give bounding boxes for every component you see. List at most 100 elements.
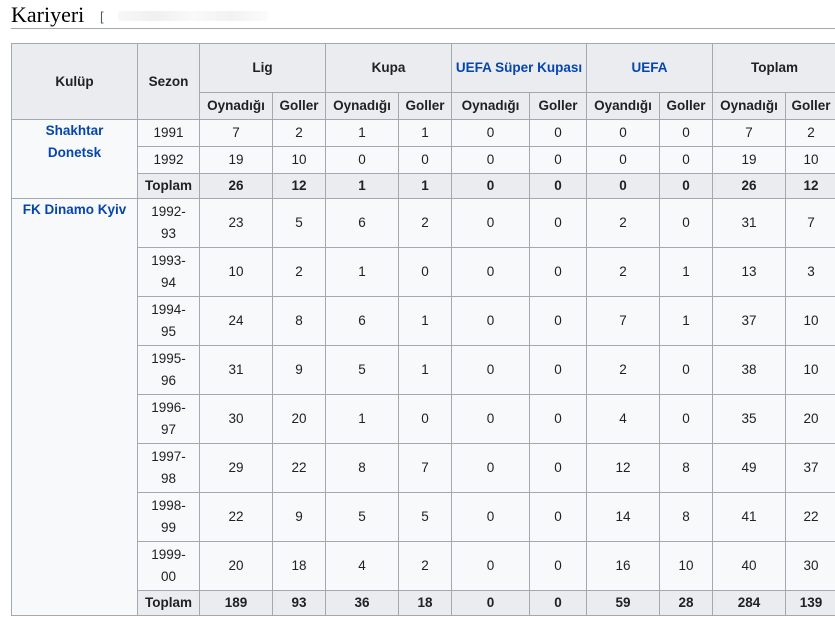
stat-cell: 7: [785, 198, 835, 248]
stat-cell: 1: [325, 119, 399, 147]
stat-cell: 10: [785, 345, 835, 395]
stat-cell: 1: [325, 247, 399, 297]
stat-cell: 8: [272, 296, 326, 346]
stat-cell: 5: [325, 345, 399, 395]
season-cell: 1996- 97: [137, 394, 200, 444]
stat-cell: 22: [785, 492, 835, 542]
season-cell: 1995- 96: [137, 345, 200, 395]
section-title: Kariyeri: [11, 2, 85, 27]
stat-cell: 35: [712, 394, 787, 444]
total-label: Toplam: [137, 590, 200, 616]
season-cell: 1999- 00: [137, 541, 200, 591]
stat-cell: 0: [398, 146, 452, 174]
season-label: 1998-: [151, 498, 186, 513]
season-label: 00: [160, 569, 177, 584]
season-cell: 1997- 98: [137, 443, 200, 493]
stat-cell: 0: [451, 296, 530, 346]
stat-cell: 0: [451, 146, 530, 174]
stat-cell: 0: [586, 119, 660, 147]
stat-cell: 2: [586, 198, 660, 248]
total-cell: 12: [272, 173, 326, 199]
stat-cell: 40: [712, 541, 787, 591]
total-cell: 189: [199, 590, 273, 616]
stat-cell: 0: [398, 247, 452, 297]
season-label: 97: [160, 422, 177, 437]
stat-cell: 20: [199, 541, 273, 591]
stat-cell: 16: [586, 541, 660, 591]
total-cell: 18: [398, 590, 452, 616]
stat-cell: 18: [272, 541, 326, 591]
season-label: 1995-: [151, 351, 186, 366]
stat-cell: 30: [199, 394, 273, 444]
stat-cell: 7: [199, 119, 273, 147]
total-cell: 26: [199, 173, 273, 199]
stat-cell: 37: [712, 296, 787, 346]
stat-cell: 22: [272, 443, 326, 493]
stat-cell: 7: [398, 443, 452, 493]
stat-cell: 10: [658, 541, 714, 591]
subheader-apps: Oynadığı: [712, 92, 787, 120]
stat-cell: 0: [529, 345, 587, 395]
total-cell: 93: [272, 590, 326, 616]
stat-cell: 38: [712, 345, 787, 395]
club-name-line: Shakhtar: [45, 123, 104, 138]
club-link[interactable]: FK Dinamo Kyiv: [11, 198, 138, 616]
season-label: 1994-: [151, 302, 186, 317]
total-cell: 0: [451, 590, 530, 616]
stat-cell: 0: [586, 146, 660, 174]
total-cell: 36: [325, 590, 399, 616]
subheader-apps: Oynadığı: [199, 92, 273, 120]
stat-cell: 0: [325, 146, 399, 174]
stat-cell: 9: [272, 345, 326, 395]
stat-cell: 8: [658, 443, 714, 493]
total-cell: 0: [658, 173, 714, 199]
stat-cell: 0: [529, 296, 587, 346]
season-label: 98: [160, 471, 177, 486]
stat-cell: 2: [586, 345, 660, 395]
club-name-line: FK Dinamo Kyiv: [22, 202, 127, 217]
stat-cell: 9: [272, 492, 326, 542]
stat-cell: 22: [199, 492, 273, 542]
stat-cell: 0: [529, 443, 587, 493]
stat-cell: 20: [785, 394, 835, 444]
stat-cell: 1: [398, 345, 452, 395]
stat-cell: 19: [199, 146, 273, 174]
stat-cell: 0: [451, 541, 530, 591]
stat-cell: 37: [785, 443, 835, 493]
club-link[interactable]: Shakhtar Donetsk: [11, 119, 138, 199]
stat-cell: 7: [586, 296, 660, 346]
header-total: Toplam: [712, 43, 835, 93]
edit-section-link[interactable]: [: [100, 9, 104, 24]
season-label: 99: [160, 520, 177, 535]
stat-cell: 1: [658, 247, 714, 297]
stat-cell: 49: [712, 443, 787, 493]
total-cell: 1: [325, 173, 399, 199]
stat-cell: 0: [451, 198, 530, 248]
stat-cell: 3: [785, 247, 835, 297]
season-label: 1993-: [151, 253, 186, 268]
header-season: Sezon: [137, 43, 200, 120]
total-cell: 284: [712, 590, 787, 616]
header-uefa-super-cup-link[interactable]: UEFA Süper Kupası: [451, 43, 587, 93]
stat-cell: 12: [586, 443, 660, 493]
stat-cell: 5: [272, 198, 326, 248]
stat-cell: 0: [529, 119, 587, 147]
stat-cell: 0: [658, 119, 714, 147]
stat-cell: 0: [451, 345, 530, 395]
header-uefa-link[interactable]: UEFA: [585, 43, 714, 93]
stat-cell: 2: [398, 541, 452, 591]
season-cell: 1992- 93: [137, 198, 200, 248]
stat-cell: 6: [325, 296, 399, 346]
stat-cell: 0: [658, 345, 714, 395]
club-name-line: Donetsk: [47, 145, 102, 160]
total-label: Toplam: [137, 173, 200, 199]
season-label: 93: [160, 226, 177, 241]
stat-cell: 10: [272, 146, 326, 174]
total-cell: 26: [712, 173, 787, 199]
stat-cell: 0: [529, 541, 587, 591]
stat-cell: 1: [398, 296, 452, 346]
stat-cell: 41: [712, 492, 787, 542]
stat-cell: 14: [586, 492, 660, 542]
season-label: 1996-: [151, 400, 186, 415]
season-cell: 1993- 94: [137, 247, 200, 297]
